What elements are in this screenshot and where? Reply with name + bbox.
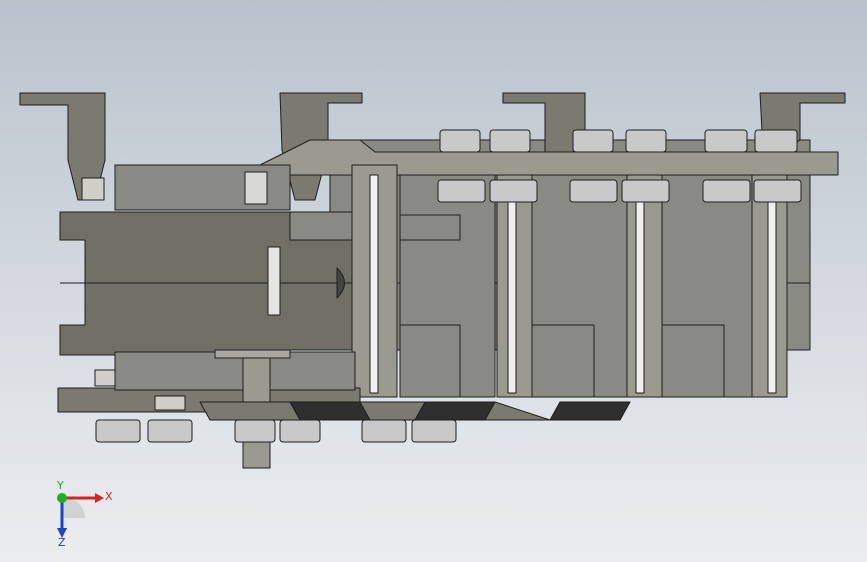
- bottom-nuts: [95, 419, 457, 443]
- x-axis-arrow-icon: [95, 493, 104, 503]
- 3d-viewport[interactable]: X Y Z: [0, 0, 867, 562]
- cad-model[interactable]: [0, 0, 867, 562]
- small-screw: [81, 177, 105, 201]
- rubber-pads: [289, 401, 631, 421]
- slot: [267, 246, 281, 316]
- orientation-triad: X Y Z: [56, 479, 113, 548]
- x-axis-label: X: [105, 490, 113, 503]
- z-axis-label: Z: [58, 536, 66, 548]
- y-axis-label: Y: [56, 479, 64, 492]
- y-axis-dot-icon: [57, 493, 67, 503]
